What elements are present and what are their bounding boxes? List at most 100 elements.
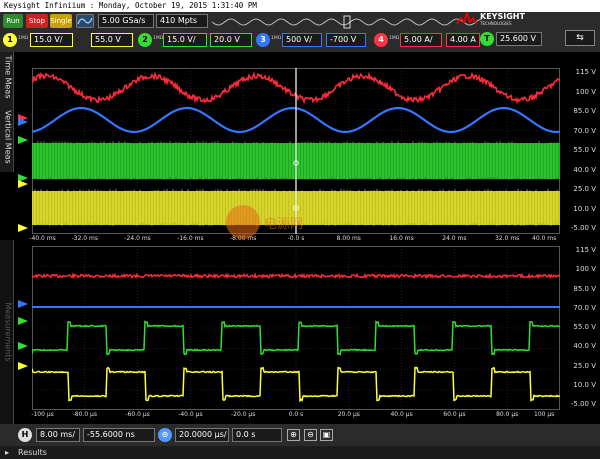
upper-voltage-scale: 115 V 100 V 85.0 V 70.0 V 55.0 V 40.0 V 25.0 V…: [562, 68, 600, 234]
upper-marker-column: [16, 68, 32, 234]
time-tick-label: -40.0 µs: [178, 411, 203, 418]
ch2-badge[interactable]: 2: [138, 33, 152, 47]
keysight-logo: KEYSIGHT TECHNOLOGIES: [456, 12, 536, 26]
time-tick-label: 16.0 ms: [389, 235, 414, 242]
brand-name: KEYSIGHT: [480, 12, 525, 21]
lower-marker-column: [16, 246, 32, 410]
time-tick-label: -100 µs: [31, 411, 54, 418]
time-tick-label: 80.0 µs: [496, 411, 519, 418]
ch2-offset-field[interactable]: 20.0 V: [210, 33, 252, 47]
voltage-scale-label: 25.0 V: [573, 185, 596, 193]
results-expand-icon: ▸: [5, 448, 10, 457]
lower-voltage-scale: 115 V 100 V 85.0 V 70.0 V 55.0 V 40.0 V 25.0 V…: [562, 246, 600, 410]
time-tick-label: -60.0 µs: [125, 411, 150, 418]
memory-depth-field[interactable]: 410 Mpts: [156, 14, 208, 28]
zoom-waveform-grid[interactable]: [31, 245, 561, 411]
voltage-scale-label: 55.0 V: [573, 146, 596, 154]
voltage-scale-label: 55.0 V: [573, 323, 596, 331]
voltage-scale-label: 85.0 V: [573, 107, 596, 115]
voltage-scale-label: 25.0 V: [573, 361, 596, 370]
control-bar: Run Stop Single 5.00 GSa/s 410 Mpts KEYS…: [0, 12, 600, 52]
voltage-scale-label: 40.0 V: [573, 342, 596, 351]
voltage-scale-label: 100 V: [575, 265, 596, 274]
main-delay-field[interactable]: -55.6000 ns: [83, 428, 155, 442]
voltage-scale-label: -5.00 V: [570, 224, 596, 232]
time-tick-label: 40.0 ms: [532, 235, 557, 242]
watermark-circle-icon: [226, 205, 260, 239]
zoom-delay-field[interactable]: 0.0 s: [232, 428, 282, 442]
voltage-scale-label: 10.0 V: [573, 204, 596, 213]
main-scale-field[interactable]: 8.00 ms/: [36, 428, 80, 442]
brand-sub: TECHNOLOGIES: [480, 21, 512, 26]
voltage-scale-label: 70.0 V: [573, 303, 596, 312]
ch3-scale-field[interactable]: 500 V/: [282, 33, 322, 47]
ch3-offset-field[interactable]: -700 V: [326, 33, 366, 47]
watermark-text: 电源网: [264, 217, 304, 232]
window-title: Keysight Infiniium : Monday, October 19,…: [4, 1, 257, 10]
ch3-coupling: 1MΩ: [271, 36, 282, 41]
stop-button[interactable]: Stop: [26, 14, 48, 28]
time-tick-label: -32.0 ms: [71, 235, 98, 242]
time-tick-label: 0.0 s: [288, 411, 304, 418]
channel-offset-marker[interactable]: [18, 300, 28, 308]
zoom-badge[interactable]: ⊙: [158, 428, 172, 442]
zoom-in-icon[interactable]: ⊕: [287, 429, 300, 441]
time-tick-label: 20.0 µs: [337, 411, 360, 418]
measurements-label: Measurements: [3, 302, 13, 362]
autoscale-button[interactable]: [76, 14, 94, 28]
measurements-tab[interactable]: Measurements: [0, 240, 14, 424]
trigger-level-field[interactable]: 25.600 V: [496, 32, 542, 46]
time-tick-label: 100 µs: [534, 411, 555, 418]
single-button[interactable]: Single: [50, 14, 72, 28]
zoom-out-icon[interactable]: ⊖: [304, 429, 317, 441]
time-tick-label: 32.0 ms: [495, 235, 520, 242]
acquisition-overview-icon: [212, 15, 482, 29]
voltage-scale-label: 115 V: [575, 246, 596, 254]
voltage-scale-label: 10.0 V: [573, 380, 596, 389]
ch2-coupling: 1MΩ: [153, 36, 164, 41]
ch3-badge[interactable]: 3: [256, 33, 270, 47]
sample-rate-field[interactable]: 5.00 GSa/s: [98, 14, 154, 28]
window-title-bar: Keysight Infiniium : Monday, October 19,…: [0, 0, 600, 12]
fit-icon[interactable]: ▣: [320, 429, 333, 441]
time-tick-label: -16.0 ms: [177, 235, 204, 242]
zoom-waveform-plot: [31, 245, 561, 411]
vertical-meas-label: Vertical Meas: [3, 110, 13, 164]
time-tick-label: -40.0 ms: [29, 235, 56, 242]
ch4-coupling: 1MΩ: [389, 36, 400, 41]
channel-offset-marker[interactable]: [18, 362, 28, 370]
time-tick-label: 60.0 µs: [443, 411, 466, 418]
channel-offset-marker[interactable]: [18, 136, 28, 144]
autoscale-icon: [77, 17, 93, 25]
time-tick-label: -80.0 µs: [72, 411, 97, 418]
timebase-bar: H 8.00 ms/ -55.6000 ns ⊙ 20.0000 µs/ 0.0…: [0, 424, 600, 446]
horizontal-badge[interactable]: H: [18, 428, 32, 442]
channel-offset-marker[interactable]: [18, 180, 28, 188]
trigger-badge[interactable]: T: [480, 32, 494, 46]
voltage-scale-label: 115 V: [575, 68, 596, 76]
channel-offset-marker[interactable]: [18, 317, 28, 325]
voltage-scale-label: -5.00 V: [570, 400, 596, 408]
channel-offset-marker[interactable]: [18, 342, 28, 350]
voltage-scale-label: 100 V: [575, 87, 596, 96]
vertical-meas-tab[interactable]: Vertical Meas: [0, 102, 14, 172]
results-panel[interactable]: ▸ Results: [0, 446, 600, 459]
ch2-scale-field[interactable]: 15.0 V/: [163, 33, 207, 47]
watermark-logo: 电源网: [226, 205, 306, 241]
ch1-offset-field[interactable]: 55.0 V: [91, 33, 133, 47]
voltage-scale-label: 70.0 V: [573, 126, 596, 135]
ch1-scale-field[interactable]: 15.0 V/: [30, 33, 73, 47]
ch1-coupling: 1MΩ: [18, 36, 29, 41]
ch4-offset-field[interactable]: 4.00 A: [446, 33, 480, 47]
time-tick-label: 40.0 µs: [390, 411, 413, 418]
ch4-badge[interactable]: 4: [374, 33, 388, 47]
voltage-scale-label: 40.0 V: [573, 165, 596, 174]
channel-offset-marker[interactable]: [18, 224, 28, 232]
time-tick-label: -20.0 µs: [231, 411, 256, 418]
time-tick-label: 24.0 ms: [442, 235, 467, 242]
ch4-scale-field[interactable]: 5.00 A/: [400, 33, 442, 47]
zoom-scale-field[interactable]: 20.0000 µs/: [175, 428, 229, 442]
results-label: Results: [18, 448, 47, 457]
voltage-scale-label: 85.0 V: [573, 284, 596, 293]
menu-icon[interactable]: ⇆: [565, 30, 595, 46]
